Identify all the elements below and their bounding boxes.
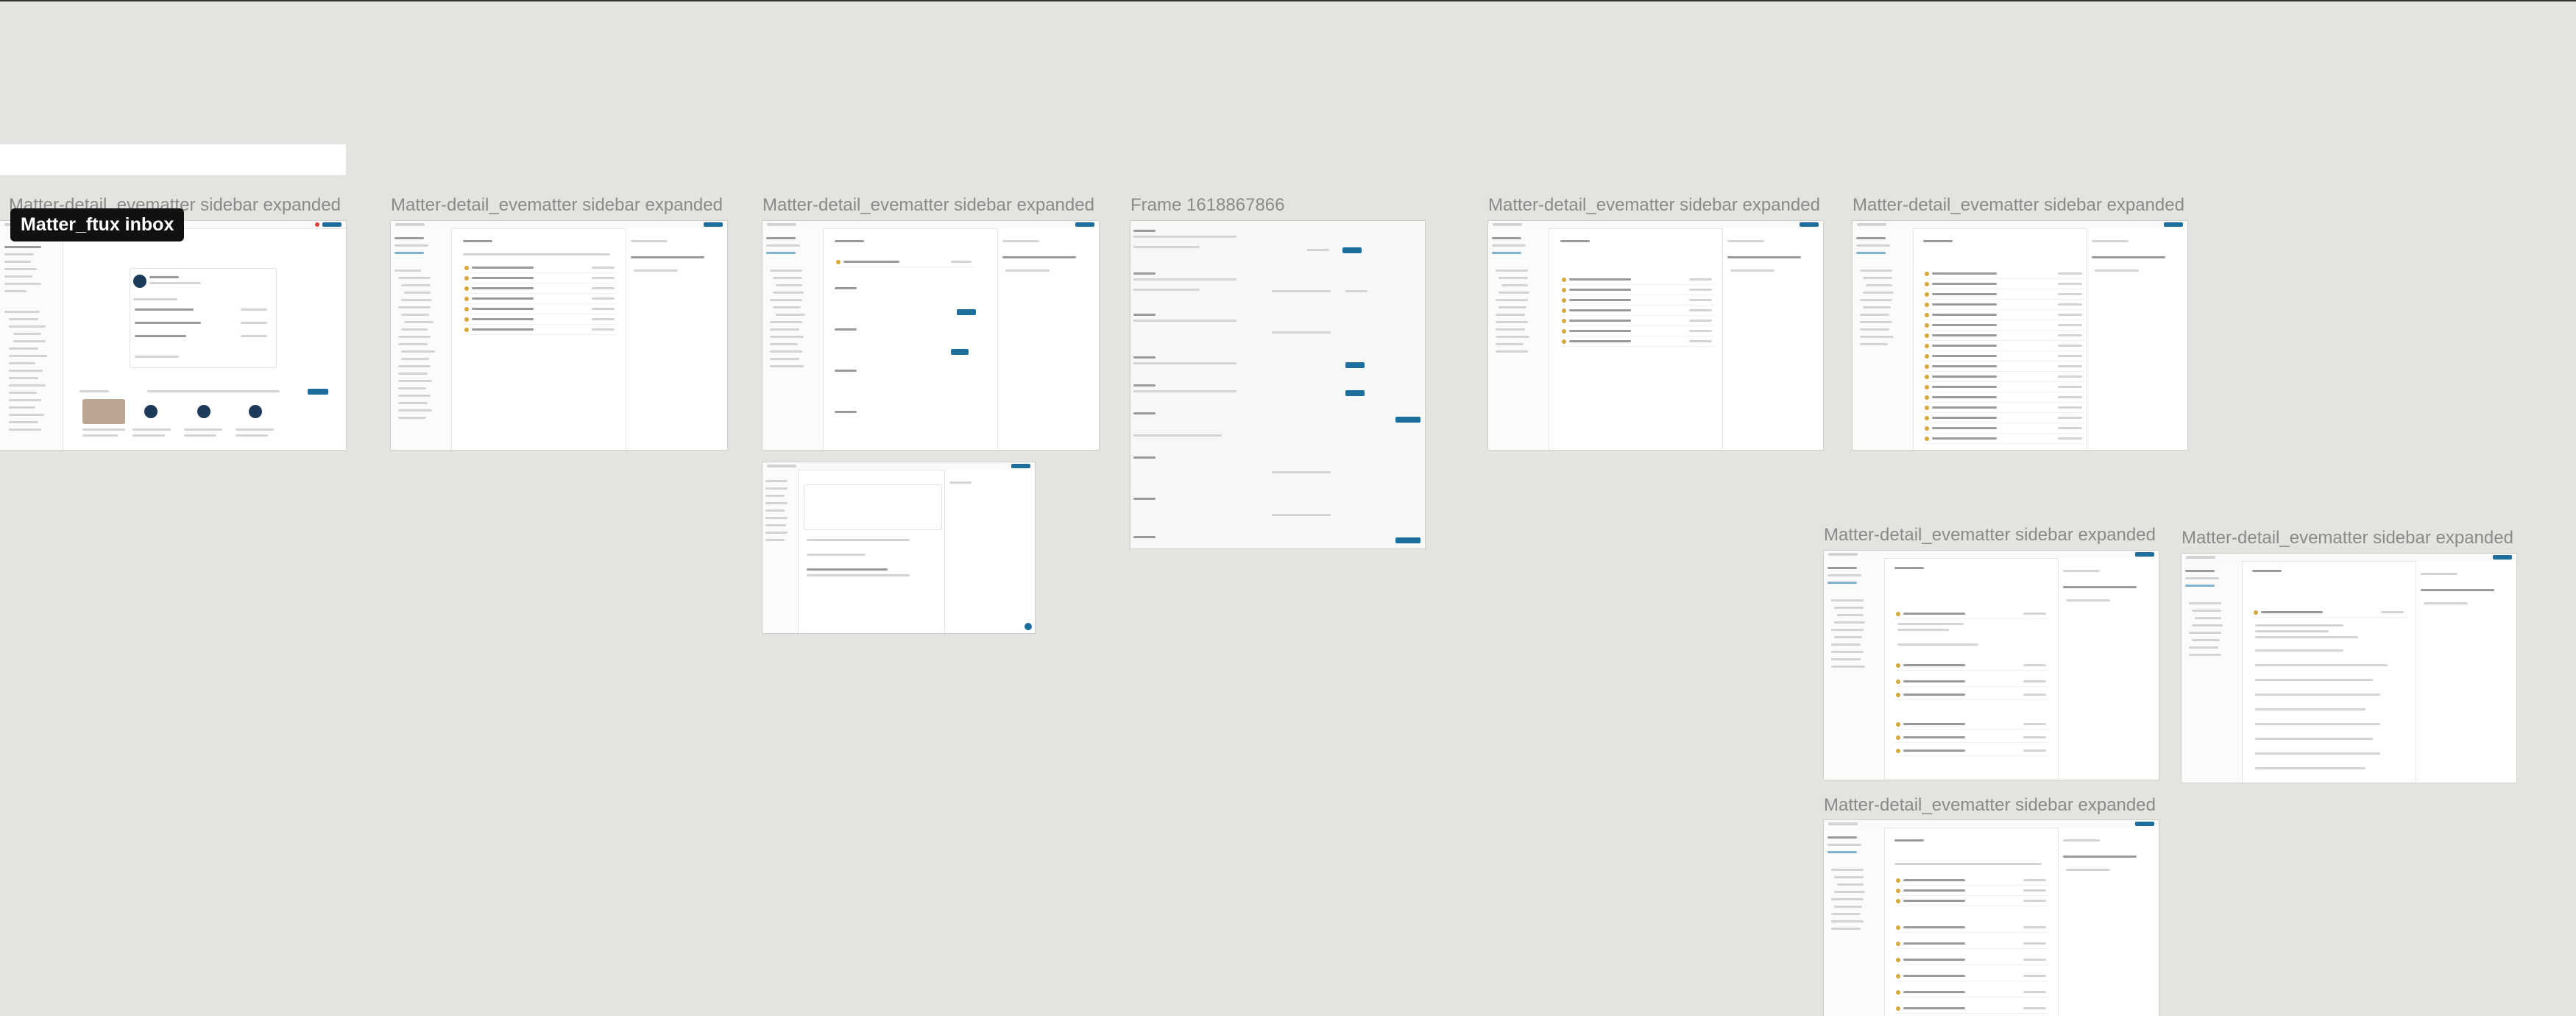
frame-thumbnail-activity-filters[interactable]: [762, 221, 1099, 450]
frame-label[interactable]: Matter-detail_evematter sidebar expanded: [762, 195, 1094, 216]
frame-thumbnail-email-thread[interactable]: [1824, 551, 2159, 780]
frame-thumbnail-email-detail[interactable]: [2182, 554, 2516, 783]
frame-thumbnail-activity-list[interactable]: [1488, 221, 1823, 450]
frame-placeholder: [0, 144, 346, 175]
canvas-top-border: [0, 0, 2576, 1]
help-icon[interactable]: [1025, 623, 1032, 630]
thumbnail-card: [82, 399, 125, 424]
frame-thumbnail-components[interactable]: [1130, 221, 1425, 548]
inbox-card: [130, 268, 277, 368]
frame-thumbnail-activity[interactable]: [391, 221, 727, 450]
action-button[interactable]: [308, 389, 328, 395]
frame-thumbnail-activity-table[interactable]: [1824, 820, 2159, 1016]
frame-label[interactable]: Matter-detail_evematter sidebar expanded: [1853, 195, 2184, 216]
sidebar: [0, 228, 63, 450]
frame-thumbnail-inbox[interactable]: [0, 221, 346, 450]
frame-label[interactable]: Matter-detail_evematter sidebar expanded: [1824, 525, 2156, 546]
frame-label[interactable]: Frame 1618867866: [1130, 195, 1284, 216]
frame-thumbnail-matters-list[interactable]: [1853, 221, 2187, 450]
frame-name-tooltip: Matter_ftux inbox: [10, 208, 185, 241]
frame-label[interactable]: Matter-detail_evematter sidebar expanded: [2182, 528, 2513, 548]
frame-label[interactable]: Matter-detail_evematter sidebar expanded: [391, 195, 723, 216]
frame-thumbnail-activity-detail[interactable]: [762, 462, 1035, 633]
frame-label[interactable]: Matter-detail_evematter sidebar expanded: [1824, 795, 2156, 816]
frame-label[interactable]: Matter-detail_evematter sidebar expanded: [1488, 195, 1820, 216]
